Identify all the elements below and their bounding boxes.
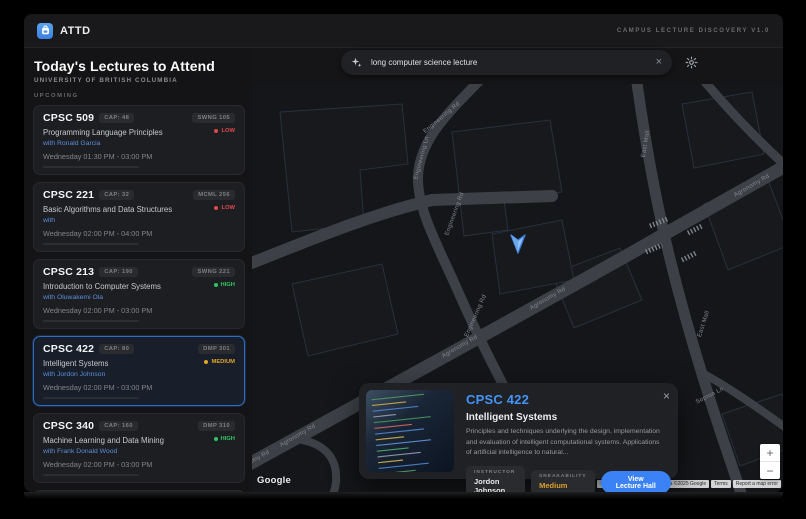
- window-reflection: [24, 492, 783, 499]
- availability-badge: LOW: [214, 128, 235, 134]
- popup-info-row: INSTRUCTOR Jordon Johnson SNEAKABILITY M…: [466, 466, 671, 492]
- availability-label: HIGH: [221, 282, 236, 288]
- lecture-time: Wednesday 02:00 PM - 03:00 PM: [43, 383, 235, 392]
- course-title: Intelligent Systems: [43, 359, 108, 368]
- popup-description: Principles and techniques underlying the…: [466, 427, 671, 459]
- course-title: Introduction to Computer Systems: [43, 282, 161, 291]
- popup-course-title: Intelligent Systems: [466, 412, 671, 423]
- room-badge: SWNG 221: [192, 267, 235, 277]
- instructor-link[interactable]: with Oluwakemi Ola: [43, 294, 235, 301]
- availability-dot-icon: [214, 283, 218, 287]
- course-title: Basic Algorithms and Data Structures: [43, 205, 172, 214]
- instructor-link[interactable]: with: [43, 217, 235, 224]
- page-subtitle: UNIVERSITY OF BRITISH COLUMBIA: [34, 77, 245, 84]
- availability-badge: LOW: [214, 205, 235, 211]
- zoom-in-button[interactable]: +: [760, 444, 780, 461]
- availability-badge: HIGH: [214, 282, 236, 288]
- popup-course-code: CPSC 422: [466, 392, 671, 407]
- lecture-card[interactable]: CPSC 422 CAP: 80 DMP 301 Intelligent Sys…: [33, 336, 245, 406]
- room-badge: DMP 310: [198, 421, 235, 431]
- lecture-time: Wednesday 02:00 PM - 03:00 PM: [43, 460, 235, 469]
- instructor-link[interactable]: with Jordon Johnson: [43, 371, 235, 378]
- lecture-hall-photo: [366, 390, 454, 472]
- clear-search-icon[interactable]: ×: [656, 57, 662, 68]
- lecture-sidebar: Today's Lectures to Attend UNIVERSITY OF…: [24, 48, 252, 492]
- availability-label: LOW: [221, 128, 235, 134]
- availability-badge: HIGH: [214, 436, 236, 442]
- view-lecture-hall-button[interactable]: View Lecture Hall: [601, 471, 671, 492]
- map-attribution-item[interactable]: Report a map error: [733, 480, 781, 488]
- card-divider: [43, 397, 139, 399]
- lecture-card[interactable]: CPSC 221 CAP: 32 MCML 256 Basic Algorith…: [33, 182, 245, 252]
- lecture-card[interactable]: CPSC 340 CAP: 160 DMP 310 Machine Learni…: [33, 413, 245, 483]
- card-divider: [43, 243, 139, 245]
- capacity-badge: CAP: 32: [99, 190, 134, 200]
- lecture-detail-popup: CPSC 422 × Intelligent Systems Principle…: [359, 383, 678, 479]
- lecture-list: CPSC 509 CAP: 48 SWNG 105 Programming La…: [33, 105, 245, 492]
- card-divider: [43, 320, 139, 322]
- lecture-card[interactable]: CPSC 509 CAP: 48 SWNG 105 Programming La…: [33, 105, 245, 175]
- instructor-box: INSTRUCTOR Jordon Johnson: [466, 466, 525, 492]
- close-icon[interactable]: ×: [663, 390, 670, 402]
- availability-label: LOW: [221, 205, 235, 211]
- lecture-time: Wednesday 02:00 PM - 04:00 PM: [43, 229, 235, 238]
- app-window: ATTD CAMPUS LECTURE DISCOVERY V1.0 Today…: [24, 14, 783, 492]
- settings-gear-icon[interactable]: [680, 51, 703, 74]
- zoom-out-button[interactable]: −: [760, 462, 780, 479]
- sneakability-value: Medium: [539, 481, 586, 490]
- lecture-card[interactable]: CPSC 213 CAP: 190 SWNG 221 Introduction …: [33, 259, 245, 329]
- section-label-upcoming: UPCOMING: [34, 93, 245, 99]
- card-divider: [43, 166, 139, 168]
- instructor-link[interactable]: with Frank Donald Wood: [43, 448, 235, 455]
- app-logo-backpack-icon: [37, 23, 53, 39]
- app-name: ATTD: [60, 25, 91, 37]
- availability-dot-icon: [214, 129, 218, 133]
- room-badge: MCML 256: [193, 190, 235, 200]
- course-code: CPSC 221: [43, 189, 94, 201]
- availability-dot-icon: [214, 437, 218, 441]
- capacity-badge: CAP: 80: [99, 344, 134, 354]
- course-code: CPSC 422: [43, 343, 94, 355]
- app-tagline: CAMPUS LECTURE DISCOVERY V1.0: [617, 28, 770, 34]
- availability-dot-icon: [204, 360, 208, 364]
- campus-map[interactable]: Engineering RdEngineering LnEngineering …: [252, 84, 783, 492]
- availability-label: MEDIUM: [211, 359, 235, 365]
- room-badge: SWNG 105: [192, 113, 235, 123]
- course-title: Programming Language Principles: [43, 128, 163, 137]
- availability-badge: MEDIUM: [204, 359, 235, 365]
- lecture-location-marker[interactable]: [510, 234, 526, 259]
- capacity-badge: CAP: 190: [99, 267, 138, 277]
- capacity-badge: CAP: 48: [99, 113, 134, 123]
- course-title: Machine Learning and Data Mining: [43, 436, 164, 445]
- course-code: CPSC 509: [43, 112, 94, 124]
- lecture-time: Wednesday 01:30 PM - 03:00 PM: [43, 152, 235, 161]
- instructor-link[interactable]: with Ronald Garcia: [43, 140, 235, 147]
- availability-label: HIGH: [221, 436, 236, 442]
- room-badge: DMP 301: [198, 344, 235, 354]
- lecture-time: Wednesday 02:00 PM - 03:00 PM: [43, 306, 235, 315]
- page-title: Today's Lectures to Attend: [34, 58, 245, 74]
- search-input[interactable]: [369, 57, 649, 68]
- instructor-label: INSTRUCTOR: [474, 470, 517, 475]
- instructor-name: Jordon Johnson: [474, 477, 517, 492]
- course-code: CPSC 213: [43, 266, 94, 278]
- card-divider: [43, 474, 139, 476]
- sneakability-box: SNEAKABILITY Medium: [531, 470, 594, 492]
- map-zoom-control: + −: [760, 444, 780, 479]
- map-attribution-item[interactable]: Terms: [711, 480, 731, 488]
- capacity-badge: CAP: 160: [99, 421, 138, 431]
- availability-dot-icon: [214, 206, 218, 210]
- ai-sparkle-icon: [351, 57, 362, 68]
- course-code: CPSC 340: [43, 420, 94, 432]
- app-header: ATTD CAMPUS LECTURE DISCOVERY V1.0: [24, 14, 783, 48]
- popup-body: CPSC 422 × Intelligent Systems Principle…: [466, 390, 671, 472]
- search-bar[interactable]: ×: [341, 50, 672, 75]
- sneakability-label: SNEAKABILITY: [539, 474, 586, 479]
- google-logo[interactable]: Google: [257, 475, 291, 486]
